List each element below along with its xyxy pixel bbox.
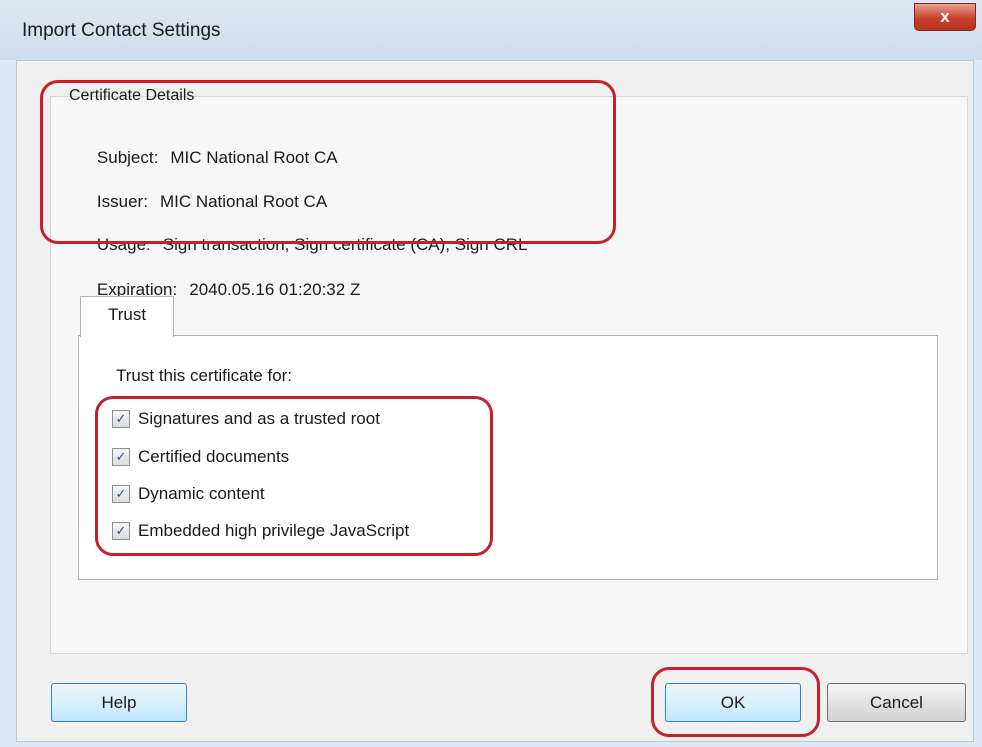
subject-value: MIC National Root CA: [170, 148, 338, 167]
checkbox-checked-icon[interactable]: ✓: [112, 485, 130, 503]
close-icon[interactable]: x: [940, 7, 949, 26]
checkbox-checked-icon[interactable]: ✓: [112, 448, 130, 466]
trust-caption: Trust this certificate for:: [116, 366, 293, 385]
checkbox-checked-icon[interactable]: ✓: [112, 410, 130, 428]
checkbox-label[interactable]: Embedded high privilege JavaScript: [138, 521, 409, 541]
close-button[interactable]: x: [914, 3, 976, 31]
help-button-label[interactable]: Help: [102, 693, 137, 712]
checkbox-label[interactable]: Signatures and as a trusted root: [138, 409, 380, 429]
expiration-value: 2040.05.16 01:20:32 Z: [189, 280, 361, 299]
cancel-button-label[interactable]: Cancel: [870, 693, 923, 712]
usage-label: Usage:: [96, 235, 151, 254]
title-bar: Import Contact Settings x: [0, 0, 982, 60]
cancel-button[interactable]: Cancel: [827, 683, 966, 722]
dialog-title: Import Contact Settings: [22, 20, 221, 41]
checkbox-label[interactable]: Certified documents: [138, 447, 289, 467]
checkbox-checked-icon[interactable]: ✓: [112, 522, 130, 540]
certificate-details-label: Certificate Details: [69, 87, 195, 104]
tab-trust[interactable]: Trust: [80, 296, 174, 337]
issuer-label: Issuer:: [96, 192, 148, 211]
usage-value: Sign transaction, Sign certificate (CA),…: [162, 235, 528, 254]
subject-label: Subject:: [96, 148, 159, 167]
ok-button-label[interactable]: OK: [721, 693, 746, 712]
ok-button[interactable]: OK: [665, 683, 801, 722]
tab-trust-label[interactable]: Trust: [108, 305, 146, 324]
help-button[interactable]: Help: [51, 683, 187, 722]
issuer-value: MIC National Root CA: [159, 192, 328, 211]
checkbox-label[interactable]: Dynamic content: [138, 484, 265, 504]
import-contact-settings-dialog: Import Contact Settings x Certificate De…: [0, 0, 982, 747]
